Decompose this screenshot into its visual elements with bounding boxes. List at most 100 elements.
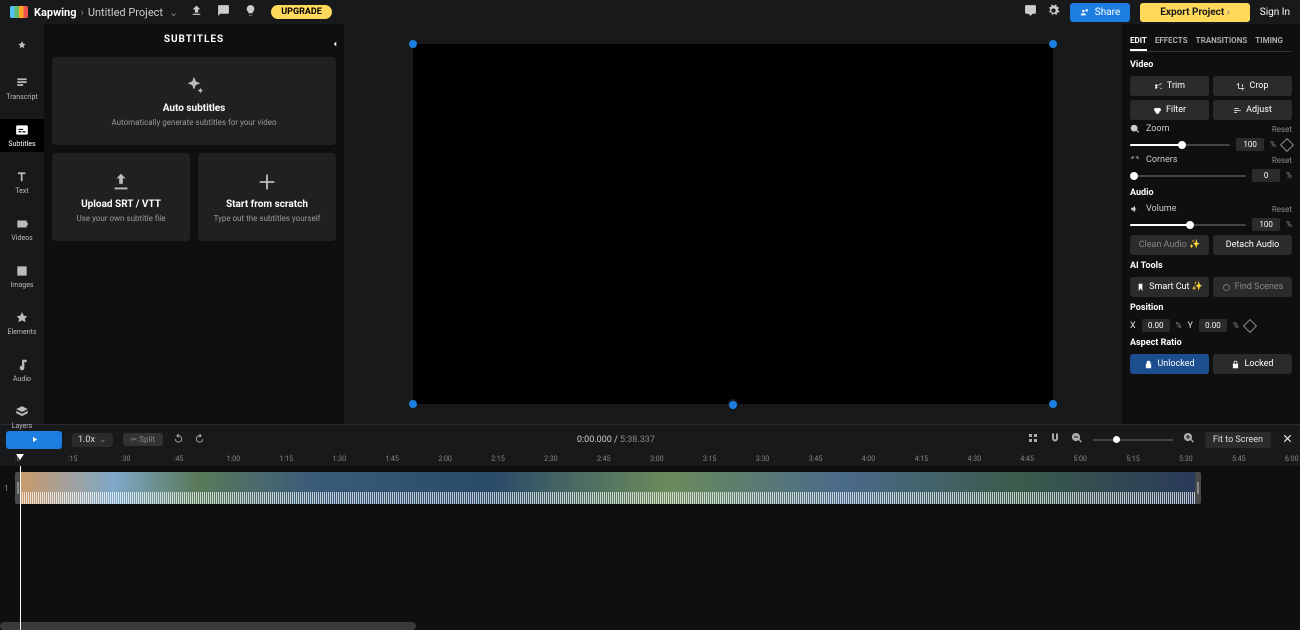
zoom-out-icon[interactable] xyxy=(1071,432,1083,447)
ruler-tick: 3:00 xyxy=(650,455,664,463)
project-title[interactable]: Untitled Project xyxy=(88,6,163,19)
ruler-tick: 1:00 xyxy=(227,455,241,463)
section-ai: AI Tools xyxy=(1130,261,1292,271)
detach-audio-button[interactable]: Detach Audio xyxy=(1213,235,1292,255)
section-position: Position xyxy=(1130,303,1292,313)
play-button[interactable] xyxy=(6,431,62,449)
corners-icon xyxy=(1130,155,1140,165)
magnet-icon[interactable] xyxy=(1049,432,1061,447)
split-button[interactable]: ✂ Split xyxy=(123,433,163,446)
notification-icon[interactable] xyxy=(1024,4,1037,20)
trim-button[interactable]: Trim xyxy=(1130,76,1209,96)
section-audio: Audio xyxy=(1130,188,1292,198)
pos-y-value[interactable]: 0.00 xyxy=(1199,319,1227,332)
sidebar-item-images[interactable]: Images xyxy=(0,260,44,293)
volume-reset[interactable]: Reset xyxy=(1272,205,1292,214)
card-start-scratch[interactable]: Start from scratch Type out the subtitle… xyxy=(198,153,336,241)
tab-edit[interactable]: EDIT xyxy=(1130,32,1147,51)
track-number: 1 xyxy=(4,484,9,493)
upload-icon xyxy=(110,171,132,193)
volume-slider[interactable] xyxy=(1130,224,1246,226)
sidebar-item-text[interactable]: Text xyxy=(0,166,44,199)
tab-transitions[interactable]: TRANSITIONS xyxy=(1196,32,1248,51)
clean-audio-button[interactable]: Clean Audio ✨ xyxy=(1130,235,1209,255)
card-auto-subtitles[interactable]: Auto subtitles Automatically generate su… xyxy=(52,57,336,145)
signin-button[interactable]: Sign In xyxy=(1260,7,1290,18)
project-dropdown[interactable]: ⌄ xyxy=(169,6,178,19)
corners-slider[interactable] xyxy=(1130,175,1246,177)
ruler-tick: 6:00 xyxy=(1285,455,1299,463)
zoom-in-icon[interactable] xyxy=(1183,432,1195,447)
section-video: Video xyxy=(1130,60,1292,70)
zoom-reset[interactable]: Reset xyxy=(1272,125,1292,134)
tab-timing[interactable]: TIMING xyxy=(1255,32,1283,51)
ruler-tick: 2:00 xyxy=(438,455,452,463)
share-button[interactable]: Share xyxy=(1070,3,1130,22)
speed-selector[interactable]: 1.0x⌄ xyxy=(72,433,113,447)
card-upload-srt[interactable]: Upload SRT / VTT Use your own subtitle f… xyxy=(52,153,190,241)
gear-icon[interactable] xyxy=(1047,4,1060,20)
sidebar-item-elements[interactable]: Elements xyxy=(0,307,44,340)
ruler-tick: 3:15 xyxy=(703,455,717,463)
ruler-tick: 3:45 xyxy=(809,455,823,463)
timeline-ruler[interactable]: :0:15:30:451:001:151:301:452:002:152:302… xyxy=(0,454,1300,466)
tab-effects[interactable]: EFFECTS xyxy=(1155,32,1188,51)
pos-keyframe[interactable] xyxy=(1243,318,1257,332)
plus-icon xyxy=(256,171,278,193)
zoom-slider[interactable] xyxy=(1130,144,1230,146)
volume-value[interactable]: 100 xyxy=(1252,218,1280,231)
ruler-tick: 5:15 xyxy=(1126,455,1140,463)
horizontal-scrollbar[interactable] xyxy=(0,622,416,630)
filter-button[interactable]: Filter xyxy=(1130,100,1209,120)
resize-handle-br[interactable] xyxy=(1049,400,1057,408)
section-aspect: Aspect Ratio xyxy=(1130,338,1292,348)
fit-to-screen-button[interactable]: Fit to Screen xyxy=(1205,432,1271,448)
current-time: 0:00.000 xyxy=(577,435,612,445)
sidebar-item-layers[interactable]: Layers xyxy=(0,401,44,434)
ruler-tick: :15 xyxy=(68,455,78,463)
snap-icon[interactable] xyxy=(1027,432,1039,447)
video-canvas[interactable] xyxy=(413,44,1053,404)
unlocked-button[interactable]: Unlocked xyxy=(1130,354,1209,374)
sidebar-item-audio[interactable]: Audio xyxy=(0,354,44,387)
find-scenes-button[interactable]: Find Scenes xyxy=(1213,277,1292,297)
zoom-label: Zoom xyxy=(1146,124,1266,134)
resize-handle-bl[interactable] xyxy=(409,400,417,408)
resize-handle-tl[interactable] xyxy=(409,40,417,48)
zoom-keyframe[interactable] xyxy=(1280,137,1294,151)
ruler-tick: 1:30 xyxy=(333,455,347,463)
adjust-button[interactable]: Adjust xyxy=(1213,100,1292,120)
rotate-handle[interactable] xyxy=(727,399,739,411)
upload-icon[interactable] xyxy=(190,4,203,20)
crop-button[interactable]: Crop xyxy=(1213,76,1292,96)
canvas-area[interactable] xyxy=(344,24,1122,424)
ruler-tick: 2:45 xyxy=(597,455,611,463)
pos-x-value[interactable]: 0.00 xyxy=(1142,319,1170,332)
redo-button[interactable] xyxy=(194,433,205,447)
upgrade-button[interactable]: UPGRADE xyxy=(271,5,332,19)
timeline-tracks[interactable]: 1 xyxy=(0,466,1300,630)
undo-button[interactable] xyxy=(173,433,184,447)
lightbulb-icon[interactable] xyxy=(244,4,257,20)
sidebar-item-add[interactable] xyxy=(0,40,44,58)
corners-value[interactable]: 0 xyxy=(1252,169,1280,182)
resize-handle-tr[interactable] xyxy=(1049,40,1057,48)
corners-reset[interactable]: Reset xyxy=(1272,156,1292,165)
comment-icon[interactable] xyxy=(217,4,230,20)
timeline-zoom-slider[interactable] xyxy=(1093,439,1173,441)
zoom-value[interactable]: 100 xyxy=(1236,138,1264,151)
sidebar-item-subtitles[interactable]: Subtitles xyxy=(0,119,44,152)
ruler-tick: 4:00 xyxy=(862,455,876,463)
clip-handle-right[interactable] xyxy=(1195,472,1201,504)
video-clip[interactable] xyxy=(20,472,1196,504)
export-button[interactable]: Export Project › xyxy=(1140,3,1250,22)
sidebar-item-transcript[interactable]: Transcript xyxy=(0,72,44,105)
sidebar-item-videos[interactable]: Videos xyxy=(0,213,44,246)
collapse-icon[interactable] xyxy=(330,34,340,53)
locked-button[interactable]: Locked xyxy=(1213,354,1292,374)
ruler-tick: 1:15 xyxy=(280,455,294,463)
smart-cut-button[interactable]: Smart Cut ✨ xyxy=(1130,277,1209,297)
close-icon[interactable] xyxy=(1281,432,1294,448)
ruler-tick: 4:45 xyxy=(1020,455,1034,463)
playhead[interactable] xyxy=(20,466,21,630)
